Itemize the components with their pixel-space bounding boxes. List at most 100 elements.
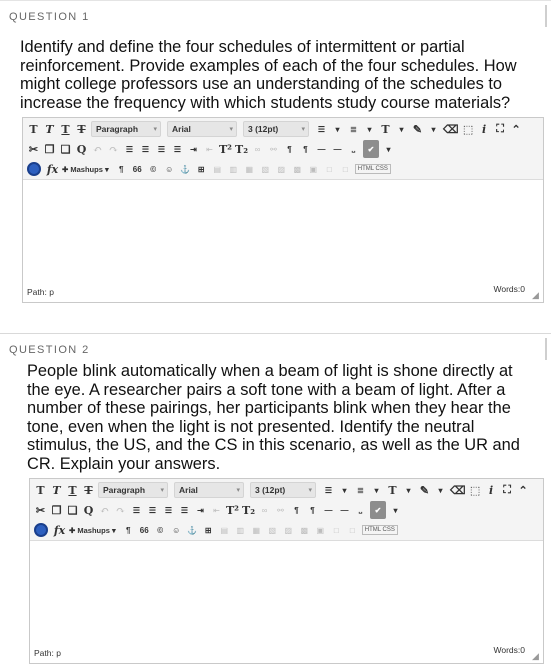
table-props-icon[interactable]: ▣ [307, 160, 320, 178]
copyright-icon[interactable]: © [147, 160, 160, 178]
italic-icon[interactable]: T [43, 120, 56, 138]
highlight-icon[interactable]: ✎ [418, 481, 431, 499]
superscript-icon[interactable]: T² [219, 140, 232, 158]
copy-icon[interactable]: ❐ [43, 140, 56, 158]
strikethrough-icon[interactable]: T [82, 481, 95, 499]
preview-icon[interactable]: □ [330, 521, 343, 539]
content-market-icon[interactable] [34, 523, 48, 537]
anchor-icon[interactable]: ⚓ [179, 160, 192, 178]
mashups-menu[interactable]: ✚ Mashups ▾ [69, 526, 116, 535]
table-cell-icon[interactable]: ▦ [250, 521, 263, 539]
nbsp-icon[interactable]: ⎵ [354, 501, 367, 519]
paragraph-mark-icon[interactable]: ¶ [122, 521, 135, 539]
table-icon[interactable]: ⊞ [202, 521, 215, 539]
spellcheck-icon[interactable]: ⬚ [462, 120, 475, 138]
spellcheck-toggle-icon[interactable]: ✔ [363, 140, 380, 158]
font-select[interactable]: Arial ▾ [174, 482, 244, 498]
table-split-icon[interactable]: ▨ [275, 160, 288, 178]
paragraph-select[interactable]: Paragraph ▾ [98, 482, 168, 498]
resize-grip-icon[interactable]: ◢ [532, 652, 541, 661]
horizontal-rule-icon[interactable]: — [315, 140, 328, 158]
paragraph-select[interactable]: Paragraph ▾ [91, 121, 161, 137]
formula-icon[interactable]: fx [46, 160, 59, 178]
table-col-icon[interactable]: ▥ [234, 521, 247, 539]
rtl-icon[interactable]: ¶ [306, 501, 319, 519]
eraser-icon[interactable]: ⌫ [450, 481, 466, 499]
undo-icon[interactable]: ↶ [98, 501, 111, 519]
numbered-list-icon[interactable]: ≣ [347, 120, 360, 138]
horizontal-rule-icon[interactable]: — [322, 501, 335, 519]
outdent-icon[interactable]: ⇤ [203, 140, 216, 158]
quote-icon[interactable]: 66 [138, 521, 151, 539]
find-icon[interactable]: Q [82, 501, 95, 519]
formula-icon[interactable]: fx [53, 521, 66, 539]
align-justify-icon[interactable]: ☰ [178, 501, 191, 519]
text-color-icon[interactable]: T [379, 120, 392, 138]
em-dash-icon[interactable]: — [338, 501, 351, 519]
info-icon[interactable]: i [485, 481, 498, 499]
copy-icon[interactable]: ❐ [50, 501, 63, 519]
ltr-icon[interactable]: ¶ [290, 501, 303, 519]
redo-icon[interactable]: ↷ [107, 140, 120, 158]
align-right-icon[interactable]: ☰ [162, 501, 175, 519]
rich-text-editor[interactable]: T T T T Paragraph ▾ Arial ▾ 3 (12pt) ▾ ☰ ▾ … [29, 478, 544, 664]
copyright-icon[interactable]: © [154, 521, 167, 539]
table-row-icon[interactable]: ▤ [211, 160, 224, 178]
table-col-icon[interactable]: ▥ [227, 160, 240, 178]
unlink-icon[interactable]: ⚯ [274, 501, 287, 519]
redo-icon[interactable]: ↷ [114, 501, 127, 519]
link-icon[interactable]: ∞ [258, 501, 271, 519]
link-icon[interactable]: ∞ [251, 140, 264, 158]
table-merge-icon[interactable]: ▧ [259, 160, 272, 178]
source-icon[interactable]: □ [346, 521, 359, 539]
rich-text-editor[interactable]: T T T T Paragraph ▾ Arial ▾ 3 (12pt) ▾ ☰ ▾ … [22, 117, 544, 303]
em-dash-icon[interactable]: — [331, 140, 344, 158]
table-merge-icon[interactable]: ▧ [266, 521, 279, 539]
font-size-select[interactable]: 3 (12pt) ▾ [250, 482, 316, 498]
table-cell-icon[interactable]: ▦ [243, 160, 256, 178]
subscript-icon[interactable]: T₂ [242, 501, 255, 519]
outdent-icon[interactable]: ⇤ [210, 501, 223, 519]
bold-icon[interactable]: T [27, 120, 40, 138]
font-select[interactable]: Arial ▾ [167, 121, 237, 137]
strikethrough-icon[interactable]: T [75, 120, 88, 138]
align-right-icon[interactable]: ☰ [155, 140, 168, 158]
html-css-button[interactable]: HTML CSS [361, 525, 398, 535]
align-left-icon[interactable]: ☰ [123, 140, 136, 158]
emoji-icon[interactable]: ☺ [170, 521, 183, 539]
eraser-icon[interactable]: ⌫ [443, 120, 459, 138]
source-icon[interactable]: □ [339, 160, 352, 178]
collapse-toolbar-icon[interactable]: ⌃ [517, 481, 530, 499]
paste-icon[interactable]: ❑ [59, 140, 72, 158]
find-icon[interactable]: Q [75, 140, 88, 158]
mashups-menu[interactable]: ✚ Mashups ▾ [62, 165, 109, 174]
spellcheck-icon[interactable]: ⬚ [469, 481, 482, 499]
table-icon[interactable]: ⊞ [195, 160, 208, 178]
text-color-icon[interactable]: T [386, 481, 399, 499]
underline-icon[interactable]: T [66, 481, 79, 499]
bullet-list-icon[interactable]: ☰ [315, 120, 328, 138]
indent-icon[interactable]: ⇥ [187, 140, 200, 158]
anchor-icon[interactable]: ⚓ [186, 521, 199, 539]
cut-icon[interactable]: ✂ [27, 140, 40, 158]
rtl-icon[interactable]: ¶ [299, 140, 312, 158]
highlight-icon[interactable]: ✎ [411, 120, 424, 138]
table-row-icon[interactable]: ▤ [218, 521, 231, 539]
html-css-button[interactable]: HTML CSS [354, 164, 391, 174]
table-delete-icon[interactable]: ▩ [291, 160, 304, 178]
resize-grip-icon[interactable]: ◢ [532, 291, 541, 300]
collapse-toolbar-icon[interactable]: ⌃ [510, 120, 523, 138]
paste-icon[interactable]: ❑ [66, 501, 79, 519]
content-market-icon[interactable] [27, 162, 41, 176]
bullet-list-icon[interactable]: ☰ [322, 481, 335, 499]
undo-icon[interactable]: ↶ [91, 140, 104, 158]
table-props-icon[interactable]: ▣ [314, 521, 327, 539]
superscript-icon[interactable]: T² [226, 501, 239, 519]
align-center-icon[interactable]: ☰ [139, 140, 152, 158]
indent-icon[interactable]: ⇥ [194, 501, 207, 519]
ltr-icon[interactable]: ¶ [283, 140, 296, 158]
preview-icon[interactable]: □ [323, 160, 336, 178]
align-center-icon[interactable]: ☰ [146, 501, 159, 519]
fullscreen-icon[interactable]: ⛶ [494, 120, 507, 138]
font-size-select[interactable]: 3 (12pt) ▾ [243, 121, 309, 137]
